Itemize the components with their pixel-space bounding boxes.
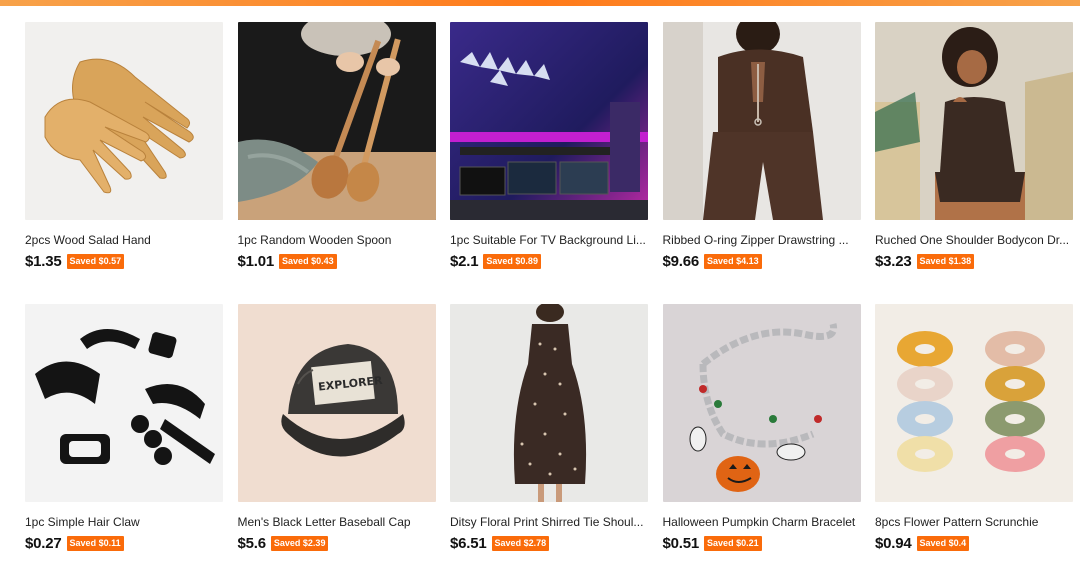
product-price: $1.01 xyxy=(237,252,275,270)
product-title[interactable]: Ruched One Shoulder Bodycon Dr... xyxy=(875,233,1073,247)
saved-badge: Saved $2.39 xyxy=(270,535,329,551)
product-card[interactable]: Ruched One Shoulder Bodycon Dr... $3.23 … xyxy=(875,22,1073,304)
product-price: $0.27 xyxy=(25,534,62,552)
product-card[interactable]: 1pc Simple Hair Claw $0.27 Saved $0.11 xyxy=(25,304,223,570)
saved-badge: Saved $2.78 xyxy=(491,535,550,551)
saved-badge: Saved $0.43 xyxy=(279,253,337,269)
explorer-baseball-cap-image[interactable]: EXPLORER xyxy=(237,304,436,502)
pumpkin-bracelet-image[interactable] xyxy=(662,304,861,502)
floral-dress-image[interactable] xyxy=(450,304,648,502)
product-title[interactable]: 8pcs Flower Pattern Scrunchie xyxy=(875,515,1073,529)
saved-badge: Saved $0.57 xyxy=(66,253,125,269)
product-card[interactable]: 2pcs Wood Salad Hand $1.35 Saved $0.57 xyxy=(25,22,223,304)
saved-badge: Saved $1.38 xyxy=(916,253,975,269)
product-card[interactable]: 8pcs Flower Pattern Scrunchie $0.94 Save… xyxy=(875,304,1073,570)
product-price: $6.51 xyxy=(450,534,487,552)
saved-badge: Saved $4.13 xyxy=(704,253,762,269)
product-title[interactable]: Ribbed O-ring Zipper Drawstring ... xyxy=(663,233,861,247)
price-row: $0.27 Saved $0.11 xyxy=(25,533,223,553)
product-title[interactable]: Ditsy Floral Print Shirred Tie Shoul... xyxy=(450,515,648,529)
product-title[interactable]: Men's Black Letter Baseball Cap xyxy=(238,515,436,529)
product-price: $3.23 xyxy=(875,252,912,270)
product-card[interactable]: 1pc Random Wooden Spoon $1.01 Saved $0.4… xyxy=(237,22,436,304)
product-price: $2.1 xyxy=(450,252,479,270)
product-title[interactable]: Halloween Pumpkin Charm Bracelet xyxy=(663,515,861,529)
saved-badge: Saved $0.89 xyxy=(483,253,541,269)
price-row: $0.94 Saved $0.4 xyxy=(875,533,1073,553)
wooden-spoon-image[interactable] xyxy=(237,22,436,220)
saved-badge: Saved $0.11 xyxy=(66,535,124,551)
product-price: $0.51 xyxy=(662,534,700,552)
product-price: $5.6 xyxy=(237,534,267,552)
led-gaming-room-image[interactable] xyxy=(450,22,648,220)
price-row: $3.23 Saved $1.38 xyxy=(875,251,1073,271)
product-card[interactable]: Ditsy Floral Print Shirred Tie Shoul... … xyxy=(450,304,648,570)
price-row: $1.01 Saved $0.43 xyxy=(238,251,436,271)
black-hair-claws-image[interactable] xyxy=(25,304,223,502)
saved-badge: Saved $0.21 xyxy=(704,535,762,551)
product-title[interactable]: 1pc Random Wooden Spoon xyxy=(238,233,436,247)
price-row: $2.1 Saved $0.89 xyxy=(450,251,648,271)
product-card[interactable]: Ribbed O-ring Zipper Drawstring ... $9.6… xyxy=(662,22,861,304)
saved-badge: Saved $0.4 xyxy=(916,535,970,551)
product-price: $1.35 xyxy=(25,252,62,270)
price-row: $6.51 Saved $2.78 xyxy=(450,533,648,553)
brown-bodycon-dress-image[interactable] xyxy=(875,22,1073,220)
price-row: $1.35 Saved $0.57 xyxy=(25,251,223,271)
brown-ribbed-set-image[interactable] xyxy=(662,22,861,220)
price-row: $5.6 Saved $2.39 xyxy=(238,533,436,553)
product-grid: 2pcs Wood Salad Hand $1.35 Saved $0.57 1… xyxy=(25,22,1080,570)
product-title[interactable]: 1pc Suitable For TV Background Li... xyxy=(450,233,648,247)
product-title[interactable]: 1pc Simple Hair Claw xyxy=(25,515,223,529)
product-card[interactable]: Halloween Pumpkin Charm Bracelet $0.51 S… xyxy=(662,304,861,570)
product-title[interactable]: 2pcs Wood Salad Hand xyxy=(25,233,223,247)
price-row: $9.66 Saved $4.13 xyxy=(663,251,861,271)
product-card[interactable]: 1pc Suitable For TV Background Li... $2.… xyxy=(450,22,648,304)
flower-scrunchies-image[interactable] xyxy=(875,304,1073,502)
price-row: $0.51 Saved $0.21 xyxy=(663,533,861,553)
product-price: $9.66 xyxy=(662,252,700,270)
top-accent-bar xyxy=(0,0,1080,6)
product-card[interactable]: EXPLORER Men's Black Letter Baseball Cap… xyxy=(237,304,436,570)
wooden-salad-hands-image[interactable] xyxy=(25,22,223,220)
product-price: $0.94 xyxy=(875,534,912,552)
